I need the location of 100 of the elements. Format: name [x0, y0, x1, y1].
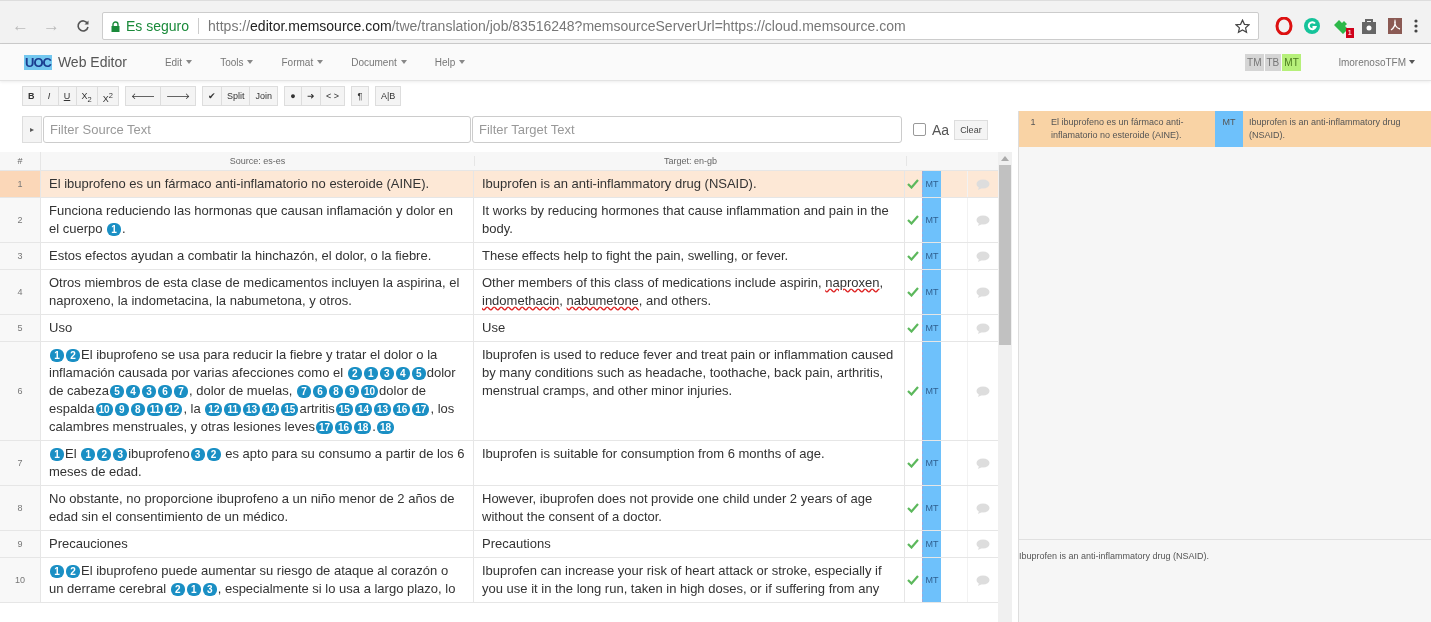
toolbar-button[interactable]: Split: [221, 86, 251, 106]
comment-icon[interactable]: [976, 250, 991, 262]
segment-number: 2: [0, 198, 41, 242]
target-cell[interactable]: It works by reducing hormones that cause inflammation and pain in the body.: [474, 198, 905, 242]
source-filter-field[interactable]: Filter Source Text: [43, 116, 471, 143]
comment-icon[interactable]: [976, 286, 991, 298]
segment-number: 5: [0, 315, 41, 341]
segment-number: 9: [0, 531, 41, 557]
user-menu[interactable]: lmorenosoTFM: [1332, 55, 1421, 69]
toolbar-button[interactable]: ✔: [201, 86, 222, 106]
segment-row[interactable]: 7 1 El 1 2 3 ibuprofeno 3 2 es apto para su consumo a partir de los 6 meses de edad. Ibuprofen is suitable for consumption from 6 months of age. MT: [0, 441, 998, 486]
toolbar-button[interactable]: A|B: [374, 86, 402, 106]
toolbar-button[interactable]: X$_{2}$: [76, 86, 98, 106]
check-icon[interactable]: [907, 386, 920, 396]
toolbar-button[interactable]: Join: [250, 86, 278, 106]
segment-number: 3: [0, 243, 41, 269]
menu-item[interactable]: Tools: [210, 56, 264, 68]
toolbar-button[interactable]: ●: [283, 86, 302, 106]
toolbar-button[interactable]: 🡐: [124, 86, 161, 106]
clear-button[interactable]: Clear: [954, 119, 988, 140]
segment-row[interactable]: 2 Funciona reduciendo las hormonas que causan inflamación y dolor en el cuerpo 1 . It works by reducing hormones that cause inflammation and pain in the body. MT: [0, 198, 998, 243]
circle-letter-icon[interactable]: [1303, 17, 1321, 35]
toolbar-button[interactable]: ¶: [350, 86, 369, 106]
segment-row[interactable]: 9 Precauciones Precautions MT: [0, 531, 998, 558]
menu-item[interactable]: Edit: [154, 56, 203, 68]
segment-row[interactable]: [0, 558, 998, 603]
ring-icon[interactable]: [1275, 17, 1293, 35]
menu-item[interactable]: Format: [271, 56, 334, 68]
toolbar-button[interactable]: X$^{2}$: [97, 86, 119, 106]
preview-text: Ibuprofen is an anti-inflammatory drug (NSAID).: [1019, 551, 1210, 561]
check-icon[interactable]: [907, 323, 920, 333]
source-cell: No obstante, no proporcione ibuprofeno a un niño menor de 2 años de edad sin el consentimiento de un médico.: [41, 486, 474, 530]
segment-number: 1: [0, 171, 41, 197]
check-icon[interactable]: [907, 458, 920, 468]
comment-icon[interactable]: [976, 574, 991, 586]
source-cell: 1 2 El ibuprofeno se usa para reducir la fiebre y tratar el dolor o la inflamación causada por varias afecciones como el 2 1 3 4 5 dolor de cabeza 5 4 3 6 7 , dolor de muelas, 7 6 8 9 10 dolor de espalda 10 9 8 11 12 , la 12 11 13 14 15 artritis 15 14 13 16 17 , los calambres menstruales, y otras lesiones leves 17 16 18 . 18: [41, 342, 474, 440]
target-cell[interactable]: Ibuprofen is suitable for consumption from 6 months of age.: [474, 441, 905, 485]
segment-row[interactable]: 5 Uso Use MT: [0, 315, 998, 342]
check-icon[interactable]: [907, 251, 920, 261]
scroll-up-icon[interactable]: [1001, 156, 1009, 161]
check-icon[interactable]: [907, 179, 920, 189]
target-cell[interactable]: However, ibuprofen does not provide one child under 2 years of age without the consent of a doctor.: [474, 486, 905, 530]
origin-label: MT: [921, 441, 942, 485]
origin-label: MT: [921, 171, 942, 197]
segment-number: 6: [0, 342, 41, 440]
menu-icon[interactable]: [1413, 18, 1419, 34]
menu-item[interactable]: Help: [424, 56, 476, 68]
toolbar-button[interactable]: 🡒: [160, 86, 196, 106]
segment-row[interactable]: 1 El ibuprofeno es un fármaco anti-inflamatorio no esteroide (AINE). Ibuprofen is an anti-inflammatory drug (NSAID). MT: [0, 171, 998, 198]
reload-icon[interactable]: [76, 19, 90, 33]
target-cell[interactable]: Ibuprofen can increase your risk of heart attack or stroke, especially if you use it in the long run, taken in high doses, or if suffering from any: [474, 558, 905, 602]
menu-item[interactable]: Document: [341, 56, 417, 68]
check-icon[interactable]: [907, 575, 920, 585]
bag-icon[interactable]: [1361, 17, 1377, 35]
match-row[interactable]: 1 El ibuprofeno es un fármaco anti-inflamatorio no esteroide (AINE). MT Ibuprofen is an anti-inflammatory drug (NSAID).: [1019, 111, 1431, 147]
document-icon[interactable]: [1387, 17, 1403, 35]
segment-row[interactable]: [0, 270, 998, 315]
target-cell[interactable]: Precautions: [474, 531, 905, 557]
star-icon[interactable]: [1235, 18, 1250, 34]
scrollbar-thumb[interactable]: [999, 165, 1011, 345]
segment-number: 8: [0, 486, 41, 530]
provider-toggle[interactable]: MT: [1282, 53, 1301, 71]
check-icon[interactable]: [907, 215, 920, 225]
comment-icon[interactable]: [976, 502, 991, 514]
origin-label: MT: [921, 243, 942, 269]
source-cell: Precauciones: [41, 531, 474, 557]
comment-icon[interactable]: [976, 457, 991, 469]
match-number: 1: [1029, 116, 1037, 129]
app-title: Web Editor: [57, 54, 127, 70]
source-cell: 1 2 El ibuprofeno puede aumentar su riesgo de ataque al corazón o un derrame cerebral 2 1 3 , especialmente si lo usa a largo plazo, lo: [41, 558, 474, 602]
segment-number: 4: [0, 270, 41, 314]
target-filter-field[interactable]: Filter Target Text: [472, 116, 902, 143]
origin-label: MT: [921, 270, 942, 314]
check-icon[interactable]: [907, 503, 920, 513]
check-icon[interactable]: [907, 287, 920, 297]
comment-icon[interactable]: [976, 322, 991, 334]
segment-row[interactable]: [0, 486, 998, 531]
source-cell: Funciona reduciendo las hormonas que causan inflamación y dolor en el cuerpo 1 .: [41, 198, 474, 242]
expand-button[interactable]: ▸: [22, 116, 42, 143]
logo: UOC: [24, 54, 52, 70]
comment-icon[interactable]: [976, 385, 991, 397]
toolbar-button[interactable]: B: [22, 86, 41, 106]
segment-row[interactable]: [0, 342, 998, 441]
column-header: #: [0, 152, 41, 170]
target-cell[interactable]: Ibuprofen is an anti-inflammatory drug (NSAID).: [474, 171, 905, 197]
secure-label: Es seguro: [126, 18, 190, 34]
toolbar-button[interactable]: < >: [320, 86, 345, 106]
source-cell: Otros miembros de esta clase de medicamentos incluyen la aspirina, el naproxeno, la indometacina, la nabumetona, y otros.: [41, 270, 474, 314]
check-icon[interactable]: [907, 539, 920, 549]
match-case-checkbox[interactable]: [913, 123, 926, 136]
target-cell[interactable]: These effects help to fight the pain, swelling, or fever.: [474, 243, 905, 269]
target-cell[interactable]: Other members of this class of medications include aspirin, naproxen, indomethacin, nabumetone, and others.: [474, 270, 905, 314]
source-cell: 1 El 1 2 3 ibuprofeno 3 2 es apto para su consumo a partir de los 6 meses de edad.: [41, 441, 474, 485]
comment-icon[interactable]: [976, 538, 991, 550]
target-cell[interactable]: Use: [474, 315, 905, 341]
address-bar[interactable]: Es seguro https://editor.memsource.com/twe/translation/job/83516248?memsourceServerUrl=https://cloud.memsource.com: [102, 12, 1259, 40]
origin-label: MT: [921, 315, 942, 341]
comment-icon[interactable]: [976, 214, 991, 226]
target-cell[interactable]: Ibuprofen is used to reduce fever and treat pain or inflammation caused by many conditions such as headache, toothache, back pain, arthritis, menstrual cramps, and other minor injuries.: [474, 342, 905, 440]
segment-row[interactable]: 3 Estos efectos ayudan a combatir la hinchazón, el dolor, o la fiebre. These effects help to fight the pain, swelling, or fever. MT: [0, 243, 998, 270]
